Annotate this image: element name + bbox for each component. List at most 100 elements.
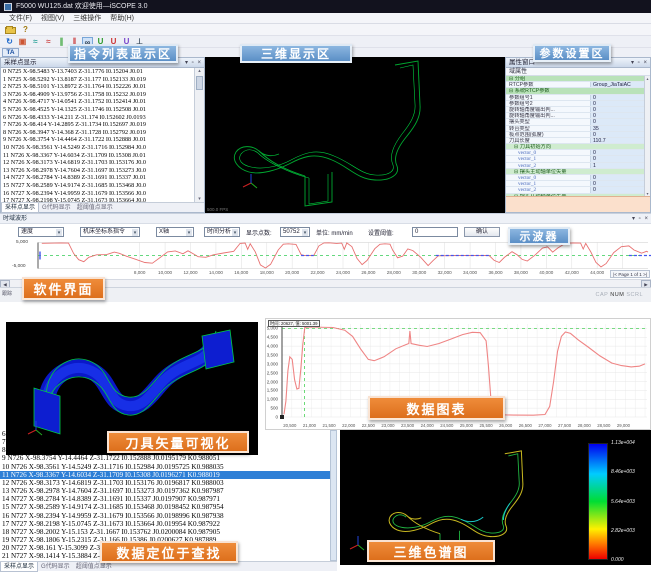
property-value[interactable]: 1 (590, 163, 644, 168)
property-value[interactable]: 0 (590, 119, 644, 124)
left-panel-tab-2[interactable]: 超阈值点显示 (74, 203, 116, 213)
points-count-dropdown[interactable]: 50752 (280, 227, 310, 237)
instruction-row[interactable]: 16 N727 X-98.2394 Y-14.9959 Z-31.1679 I0… (1, 190, 194, 198)
chart-x-tick: 21,000 (303, 423, 316, 428)
instruction-row[interactable]: 12 N726 X-98.3173 Y-14.6819 Z-31.1703 I0… (1, 159, 194, 167)
property-grid[interactable]: ⊟ 分组RTCP参数Group_JiaTaiAC⊟ 系统RTCP参数参数组号10… (506, 76, 644, 196)
instruction-list-scrollbar[interactable]: ▴▾ (194, 68, 204, 202)
signal-green-icon[interactable]: ≈ (30, 37, 41, 47)
property-value[interactable]: 35 (590, 126, 644, 131)
property-value[interactable]: 0 (590, 187, 644, 192)
bottom-list-tab-1[interactable]: G代码显示 (38, 562, 73, 572)
close-icon[interactable]: × (643, 60, 648, 66)
instruction-row[interactable]: 7 N726 X-98.414 Y-14.2895 Z-31.1734 I0.1… (1, 121, 194, 129)
instruction-row[interactable]: 10 N726 X-98.3561 Y-14.5249 Z-31.1716 I0… (1, 144, 194, 152)
pin-icon[interactable]: ▫ (192, 60, 195, 66)
data-row[interactable]: 12 N726 X-98.3173 Y-14.6819 Z-31.1703 I0… (0, 479, 337, 487)
property-label: 极点范围(弧度) (506, 132, 590, 137)
chart-y-tick: 500 (270, 406, 278, 411)
property-label: RTCP参数 (506, 82, 590, 87)
help-icon[interactable]: ? (23, 25, 28, 34)
data-row[interactable]: 10 N726 X-98.3561 Y-14.5249 Z-31.1716 I0… (0, 463, 337, 471)
instruction-row[interactable]: 0 N725 X-98.5483 Y-13.7403 Z-31.1776 I0.… (1, 68, 194, 76)
instruction-row[interactable]: 3 N726 X-98.4909 Y-13.9756 Z-31.1758 I0.… (1, 91, 194, 99)
instruction-row[interactable]: 6 N726 X-98.4333 Y-14.211 Z-31.174 I0.15… (1, 114, 194, 122)
instruction-row[interactable]: 11 N726 X-98.3367 Y-14.6034 Z-31.1709 I0… (1, 152, 194, 160)
chart-x-tick: 23,500 (401, 423, 414, 428)
scope-x-tick: 20,000 (285, 270, 299, 275)
signal-red-icon[interactable]: ≈ (43, 37, 54, 47)
property-value[interactable]: 0 (590, 150, 644, 155)
pin-down-icon[interactable]: ▾ (632, 216, 636, 222)
instruction-row[interactable]: 15 N727 X-98.2589 Y-14.9174 Z-31.1685 I0… (1, 182, 194, 190)
threshold-input[interactable]: 0 (412, 227, 458, 237)
open-file-icon[interactable] (5, 27, 16, 34)
threshold-label: 设置阈值: (368, 228, 394, 237)
property-value[interactable]: 0 (590, 113, 644, 118)
property-value[interactable]: 110.7 (590, 138, 644, 143)
pin-icon[interactable]: ▫ (639, 216, 642, 222)
scope-dropdown-3[interactable]: 时间分析 (204, 227, 240, 237)
menu-item-0[interactable]: 文件(F) (9, 13, 32, 24)
palette-icon[interactable]: ▣ (17, 37, 28, 47)
scope-dropdown-0[interactable]: 速度 (18, 227, 64, 237)
data-row[interactable]: 13 N726 X-98.2978 Y-14.7604 Z-31.1697 I0… (0, 487, 337, 495)
bottom-list-tab-2[interactable]: 超阈值点显示 (73, 562, 115, 572)
chart-x-tick: 23,000 (381, 423, 394, 428)
refresh-icon[interactable]: ↻ (4, 37, 15, 47)
property-value[interactable]: 0 (590, 107, 644, 112)
data-row[interactable]: 17 N727 X-98.2198 Y-15.0745 Z-31.1673 I0… (0, 520, 337, 528)
property-label: ⊟ 系统RTCP参数 (506, 88, 644, 93)
scope-dropdown-1[interactable]: 机床坐标系指令 (80, 227, 140, 237)
pin-down-icon[interactable]: ▾ (185, 60, 189, 66)
property-value[interactable]: 0 (590, 95, 644, 100)
ta-button[interactable]: TA (2, 48, 19, 57)
chart-x-tick: 29,000 (617, 423, 630, 428)
scope-x-tick: 28,000 (387, 270, 401, 275)
instruction-row[interactable]: 14 N727 X-98.2784 Y-14.8389 Z-31.1691 I0… (1, 174, 194, 182)
property-grid-scrollbar[interactable]: ▴▾ (644, 76, 650, 196)
property-value[interactable]: 0 (590, 175, 644, 180)
viewport-3d[interactable]: 500.0 FPS (205, 57, 505, 213)
bottom-list-scrollbar[interactable] (330, 430, 337, 561)
data-row[interactable]: 14 N727 X-98.2784 Y-14.8389 Z-31.1691 I0… (0, 495, 337, 503)
property-value[interactable]: 0 (590, 156, 644, 161)
page-navigator[interactable]: |< Page 1 of 1 >| (610, 270, 650, 278)
callout-tool-vector: 刀具矢量可视化 (107, 431, 249, 453)
color-scale-label: 8.46e+003 (611, 469, 635, 475)
property-value[interactable]: 0 (590, 132, 644, 137)
property-value[interactable]: Group_JiaTaiAC (590, 82, 644, 87)
hatch-green-icon[interactable]: ∥ (56, 37, 67, 47)
pin-icon[interactable]: ▫ (638, 60, 641, 66)
callout-data-locate: 数据定位于查找 (100, 541, 238, 563)
data-row[interactable]: 15 N727 X-98.2589 Y-14.9174 Z-31.1685 I0… (0, 503, 337, 511)
instruction-row[interactable]: 1 N725 X-98.5292 Y-13.8187 Z-31.177 I0.1… (1, 76, 194, 84)
chart-x-tick: 27,000 (538, 423, 551, 428)
instruction-row[interactable]: 4 N726 X-98.4717 Y-14.0541 Z-31.1752 I0.… (1, 98, 194, 106)
data-row[interactable]: 9 N726 X-98.3754 Y-14.4464 Z-31.1722 I0.… (0, 454, 337, 462)
instruction-row[interactable]: 2 N725 X-98.5101 Y-13.8972 Z-31.1764 I0.… (1, 83, 194, 91)
instruction-row[interactable]: 13 N726 X-98.2978 Y-14.7604 Z-31.1697 I0… (1, 167, 194, 175)
scope-dropdown-2[interactable]: X轴 (156, 227, 194, 237)
left-panel-tab-1[interactable]: G代码显示 (39, 203, 74, 213)
close-icon[interactable]: × (644, 216, 649, 222)
confirm-button[interactable]: 确认 (464, 227, 500, 237)
instruction-row[interactable]: 8 N726 X-98.3947 Y-14.368 Z-31.1728 I0.1… (1, 129, 194, 137)
menu-item-2[interactable]: 三维操作 (73, 13, 101, 24)
menu-item-3[interactable]: 帮助(H) (110, 13, 134, 24)
instruction-row[interactable]: 5 N726 X-98.4525 Y-14.1325 Z-31.1746 I0.… (1, 106, 194, 114)
bottom-list-tab-0[interactable]: 采样点显示 (0, 562, 38, 572)
instruction-row[interactable]: 9 N726 X-98.3754 Y-14.4464 Z-31.1722 I0.… (1, 136, 194, 144)
property-value[interactable]: 0 (590, 101, 644, 106)
data-row[interactable]: 11 N726 X-98.3367 Y-14.6034 Z-31.1709 I0… (0, 471, 337, 479)
property-tab[interactable]: 域属性 (506, 68, 650, 76)
chart-x-tick: 24,000 (421, 423, 434, 428)
property-value[interactable]: 0 (590, 181, 644, 186)
pin-down-icon[interactable]: ▾ (631, 60, 635, 66)
menu-item-1[interactable]: 视图(V) (41, 13, 64, 24)
data-row[interactable]: 18 N727 X-98.2002 Y-15.153 Z-31.1667 I0.… (0, 528, 337, 536)
data-row[interactable]: 16 N727 X-98.2394 Y-14.9959 Z-31.1679 I0… (0, 512, 337, 520)
left-panel-tab-0[interactable]: 采样点显示 (1, 203, 39, 213)
close-icon[interactable]: × (197, 60, 202, 66)
instruction-list[interactable]: 0 N725 X-98.5483 Y-13.7403 Z-31.1776 I0.… (1, 68, 194, 202)
